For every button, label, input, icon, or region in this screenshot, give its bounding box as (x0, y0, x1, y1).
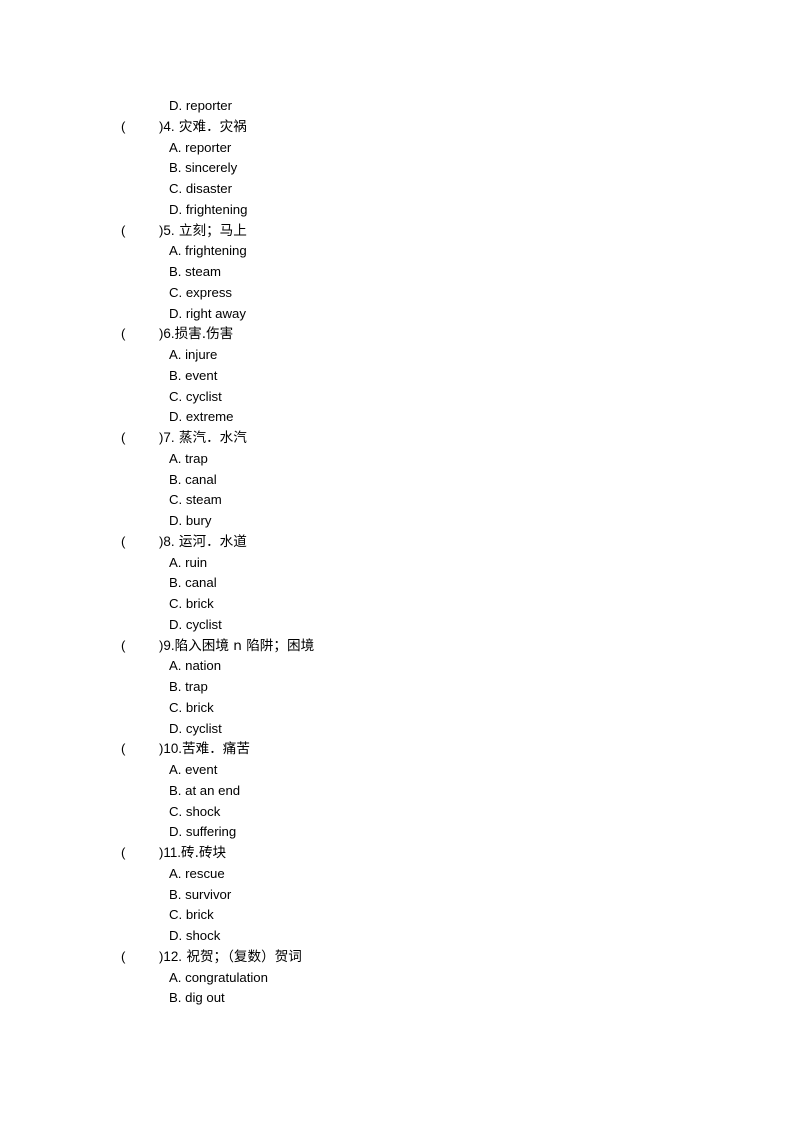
question-stem: ()9.陷入困境 n 陷阱；困境 (121, 637, 315, 654)
option-label: C. brick (169, 596, 214, 611)
option-d[interactable]: D. frightening (121, 200, 741, 221)
option-label: D. right away (169, 305, 246, 321)
orphan-option: D. reporter (121, 96, 741, 117)
option-d[interactable]: D. cyclist (121, 615, 741, 636)
option-d[interactable]: D. bury (121, 511, 741, 532)
option-label: A. event (169, 762, 218, 777)
option-d[interactable]: D. suffering (121, 822, 741, 843)
option-label: D. frightening (169, 201, 248, 217)
question-number: 8. (163, 533, 175, 549)
option-label: D. bury (169, 513, 212, 528)
option-label: C. steam (169, 492, 222, 508)
option-c[interactable]: C. cyclist (121, 387, 741, 408)
option-a[interactable]: A. injure (121, 345, 741, 366)
option-label: D. extreme (169, 409, 234, 425)
option-c[interactable]: C. disaster (121, 179, 741, 200)
option-b[interactable]: B. dig out (121, 988, 741, 1009)
question-stem: ()6.损害.伤害 (121, 326, 234, 343)
option-label: A. congratulation (169, 969, 268, 985)
option-label: C. cyclist (169, 388, 222, 404)
question-stem: ()10.苦难．痛苦 (121, 741, 250, 758)
question-prompt: 蒸汽．水汽 (174, 430, 247, 446)
option-label: B. canal (169, 575, 217, 591)
option-label: C. brick (169, 699, 214, 715)
option-label: D. cyclist (169, 616, 222, 632)
option-b[interactable]: B. survivor (121, 885, 741, 906)
question-number: 10. (163, 741, 183, 757)
question-stem: ()5. 立刻；马上 (121, 222, 247, 239)
question-number: 7. (163, 430, 175, 445)
option-d[interactable]: D. cyclist (121, 719, 741, 740)
option-label: B. trap (169, 679, 208, 694)
question-number: 6. (163, 326, 175, 342)
option-label: D. suffering (169, 824, 237, 840)
option-label: B. sincerely (169, 160, 238, 176)
option-label: B. survivor (169, 886, 232, 902)
option-label: B. at an end (169, 782, 241, 798)
question-number: 9. (163, 637, 175, 653)
option-label: C. disaster (169, 181, 233, 196)
option-label: B. steam (169, 264, 222, 279)
option-b[interactable]: B. trap (121, 677, 741, 698)
option-d[interactable]: D. shock (121, 926, 741, 947)
option-label: C. express (169, 284, 233, 300)
option-a[interactable]: A. congratulation (121, 968, 741, 989)
option-label: A. frightening (169, 243, 247, 259)
option-label: A. reporter (169, 139, 232, 155)
option-label: C. shock (169, 803, 221, 819)
option-c[interactable]: C. brick (121, 905, 741, 926)
option-a[interactable]: A. trap (121, 449, 741, 470)
option-label: D. cyclist (169, 720, 222, 736)
question-prompt: 苦难．痛苦 (182, 741, 250, 758)
option-b[interactable]: B. event (121, 366, 741, 387)
option-label: A. nation (169, 658, 222, 674)
option-label: B. event (169, 367, 218, 383)
question-prompt: 祝贺；（复数）贺词 (182, 948, 302, 965)
option-label: D. shock (169, 928, 221, 943)
option-label: A. injure (169, 347, 218, 362)
option-label: A. ruin (169, 554, 208, 570)
question-number: 12. (163, 948, 183, 964)
option-b[interactable]: B. canal (121, 470, 741, 491)
option-a[interactable]: A. ruin (121, 553, 741, 574)
option-d[interactable]: D. extreme (121, 407, 741, 428)
option-c[interactable]: C. express (121, 283, 741, 304)
option-c[interactable]: C. shock (121, 802, 741, 823)
question-prompt: 立刻；马上 (174, 222, 247, 239)
question-number: 11. (163, 845, 182, 860)
question-prompt: 砖.砖块 (181, 845, 227, 861)
option-b[interactable]: B. sincerely (121, 158, 741, 179)
question-prompt: 运河．水道 (174, 533, 247, 550)
option-label: A. rescue (169, 865, 225, 881)
question-stem: ()4. 灾难．灾祸 (121, 118, 247, 135)
option-a[interactable]: A. nation (121, 656, 741, 677)
question-number: 5. (163, 222, 175, 238)
option-a[interactable]: A. reporter (121, 138, 741, 159)
option-label: B. canal (169, 471, 217, 487)
option-c[interactable]: C. steam (121, 490, 741, 511)
question-prompt: 损害.伤害 (174, 326, 234, 343)
option-a[interactable]: A. rescue (121, 864, 741, 885)
option-label: B. dig out (169, 990, 225, 1006)
question-stem: ()8. 运河．水道 (121, 533, 247, 550)
option-c[interactable]: C. brick (121, 698, 741, 719)
question-prompt: 陷入困境 n 陷阱；困境 (174, 637, 315, 654)
option-a[interactable]: A. event (121, 760, 741, 781)
question-prompt: 灾难．灾祸 (174, 118, 247, 135)
option-b[interactable]: B. steam (121, 262, 741, 283)
option-label: C. brick (169, 907, 214, 923)
option-label: A. trap (169, 450, 208, 466)
question-stem: ()7. 蒸汽．水汽 (121, 430, 247, 446)
option-a[interactable]: A. frightening (121, 241, 741, 262)
page-sheet: D. reporter ()4. 灾难．灾祸 A. reporter B. si… (0, 0, 794, 1123)
option-b[interactable]: B. canal (121, 573, 741, 594)
option-d[interactable]: D. right away (121, 304, 741, 325)
quiz-body: D. reporter ()4. 灾难．灾祸 A. reporter B. si… (121, 96, 741, 1009)
option-b[interactable]: B. at an end (121, 781, 741, 802)
orphan-option-label: D. reporter (169, 98, 233, 113)
question-stem: ()12. 祝贺；（复数）贺词 (121, 948, 302, 965)
option-c[interactable]: C. brick (121, 594, 741, 615)
question-number: 4. (163, 118, 175, 134)
question-stem: ()11.砖.砖块 (121, 845, 227, 861)
